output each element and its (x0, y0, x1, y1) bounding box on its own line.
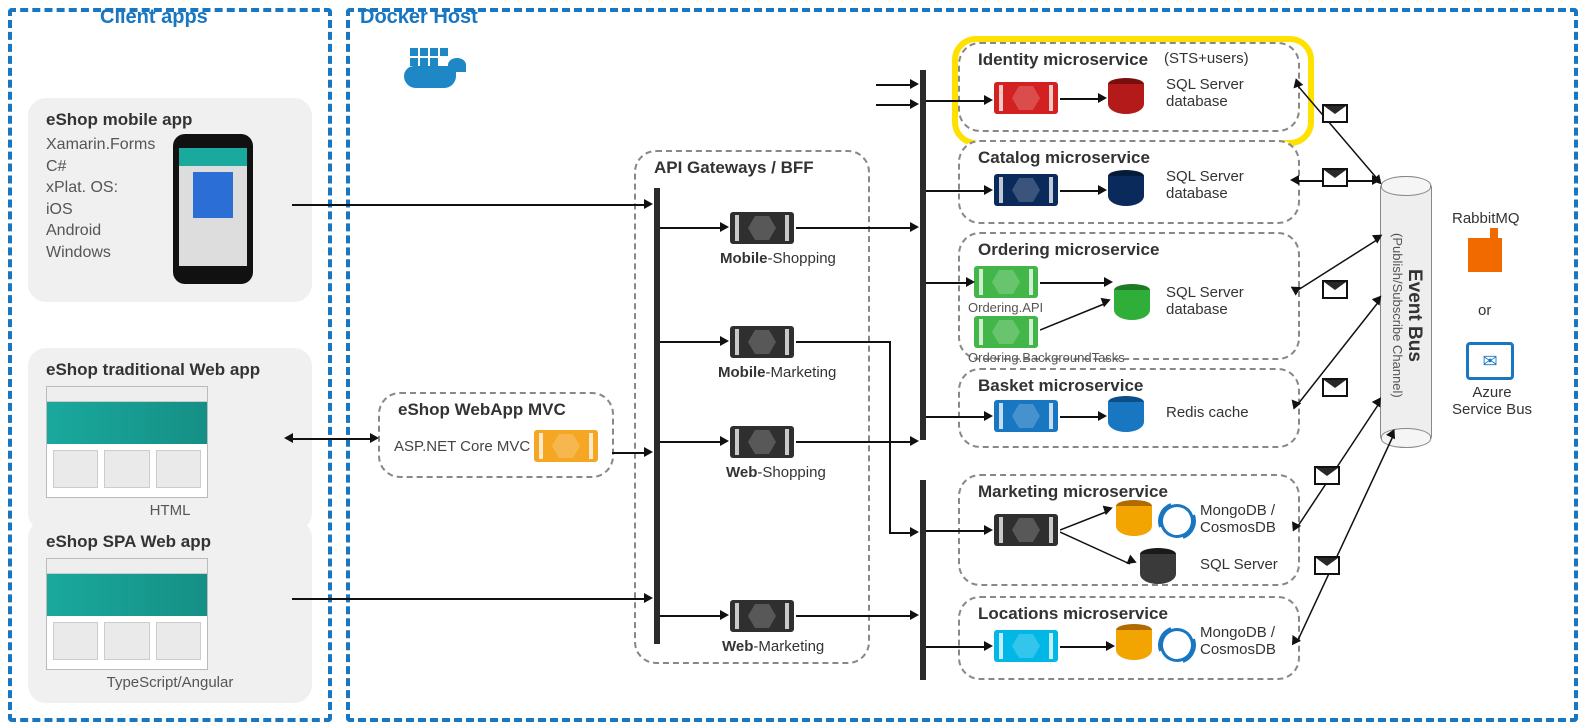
ordering-api-label: Ordering.API (968, 300, 1043, 315)
gw-left-rule (654, 188, 660, 644)
marketing-sql-icon (1140, 548, 1176, 588)
traditional-web-thumb (46, 386, 208, 498)
envelope-icon (1322, 378, 1348, 397)
docker-host-title: Docker Host (360, 6, 478, 29)
marketing-ms-title: Marketing microservice (978, 482, 1168, 502)
catalog-container-icon (994, 174, 1058, 206)
spa-web-thumb (46, 558, 208, 670)
gw-mobile-marketing-label: Mobile-Marketing (718, 364, 836, 381)
locations-db-label: MongoDB / CosmosDB (1200, 624, 1276, 658)
basket-container-icon (994, 400, 1058, 432)
identity-ms-title: Identity microservice (978, 50, 1148, 70)
azure-service-bus-label: Azure Service Bus (1452, 384, 1532, 418)
traditional-web-caption: HTML (46, 502, 294, 519)
traditional-web-title: eShop traditional Web app (46, 360, 294, 380)
basket-db-icon (1108, 396, 1144, 436)
mobile-app-text: Xamarin.Forms C# xPlat. OS: iOS Android … (46, 134, 155, 264)
identity-db-icon (1108, 78, 1144, 118)
catalog-db-icon (1108, 170, 1144, 210)
api-gateways-title: API Gateways / BFF (654, 158, 814, 178)
architecture-diagram: Client apps Docker Host eShop mobile app… (0, 0, 1586, 727)
ordering-bg-icon (974, 316, 1038, 348)
basket-ms-title: Basket microservice (978, 376, 1143, 396)
ms-entry-rule-top (920, 70, 926, 440)
marketing-container-icon (994, 514, 1058, 546)
gw-web-marketing-label: Web-Marketing (722, 638, 824, 655)
or-label: or (1478, 302, 1491, 319)
identity-ms-subtitle: (STS+users) (1164, 50, 1249, 67)
event-bus-title: Event Bus (1405, 203, 1425, 427)
gw-mobile-shopping-label: Mobile-Shopping (720, 250, 836, 267)
catalog-ms-title: Catalog microservice (978, 148, 1150, 168)
ordering-api-icon (974, 266, 1038, 298)
traditional-web-panel: eShop traditional Web app HTML (28, 348, 312, 531)
webapp-mvc-text: ASP.NET Core MVC (394, 438, 530, 455)
gw-web-marketing-icon (730, 600, 794, 632)
phone-mockup (173, 134, 253, 284)
envelope-icon (1322, 168, 1348, 187)
client-apps-title: Client apps (100, 6, 208, 29)
marketing-db2-label: SQL Server (1200, 556, 1278, 573)
locations-ms-title: Locations microservice (978, 604, 1168, 624)
gw-web-shopping-label: Web-Shopping (726, 464, 826, 481)
docker-icon (398, 48, 470, 96)
rabbitmq-label: RabbitMQ (1452, 210, 1520, 227)
ordering-db-label: SQL Server database (1166, 284, 1244, 318)
spa-web-caption: TypeScript/Angular (46, 674, 294, 691)
envelope-icon (1322, 104, 1348, 123)
locations-container-icon (994, 630, 1058, 662)
rabbitmq-icon (1468, 238, 1502, 272)
marketing-db1-label: MongoDB / CosmosDB (1200, 502, 1276, 536)
ms-entry-rule-bot (920, 480, 926, 680)
envelope-icon (1314, 556, 1340, 575)
gw-web-shopping-icon (730, 426, 794, 458)
identity-container-icon (994, 82, 1058, 114)
event-bus: (Publish/Subscribe Channel) Event Bus (1380, 176, 1432, 448)
ordering-ms-title: Ordering microservice (978, 240, 1159, 260)
spa-web-panel: eShop SPA Web app TypeScript/Angular (28, 520, 312, 703)
mvc-container-icon (534, 430, 598, 462)
ordering-db-icon (1114, 284, 1150, 324)
mobile-app-title: eShop mobile app (46, 110, 294, 130)
gw-mobile-shopping-icon (730, 212, 794, 244)
azure-service-bus-icon: ✉ (1466, 342, 1514, 380)
locations-mongo-icon (1116, 624, 1152, 664)
spa-web-title: eShop SPA Web app (46, 532, 294, 552)
mobile-app-panel: eShop mobile app Xamarin.Forms C# xPlat.… (28, 98, 312, 302)
basket-db-label: Redis cache (1166, 404, 1249, 421)
webapp-mvc-title: eShop WebApp MVC (398, 400, 566, 420)
identity-db-label: SQL Server database (1166, 76, 1244, 110)
webapp-mvc-box: eShop WebApp MVC ASP.NET Core MVC (378, 392, 614, 478)
gw-mobile-marketing-icon (730, 326, 794, 358)
bus-link-locations (1298, 430, 1398, 646)
catalog-db-label: SQL Server database (1166, 168, 1244, 202)
ordering-bg-label: Ordering.BackgroundTasks (968, 350, 1125, 365)
